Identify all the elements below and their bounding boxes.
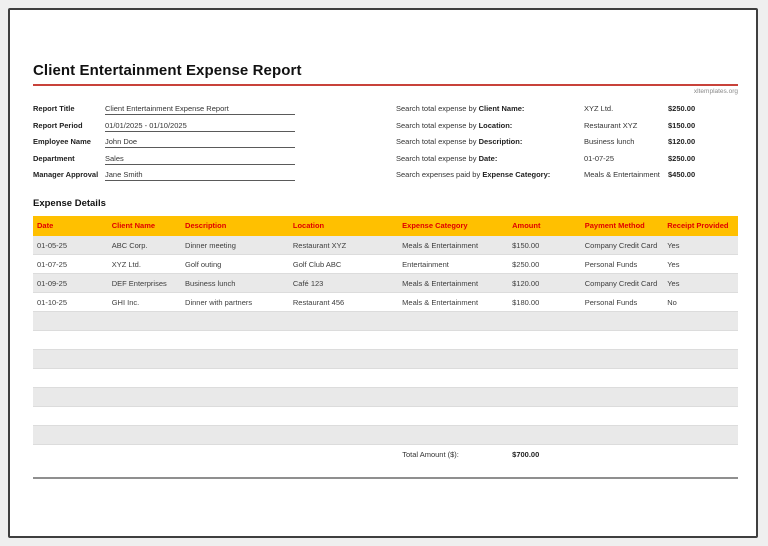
search-value-location[interactable]: Restaurant XYZ	[584, 119, 668, 130]
report-header-form: Report Title Client Entertainment Expens…	[33, 102, 738, 185]
search-amount: $450.00	[668, 170, 696, 180]
cell-amount[interactable]: $250.00	[508, 254, 581, 275]
cell-amount[interactable]: $180.00	[508, 292, 581, 313]
cell-payment-method[interactable]: Company Credit Card	[580, 273, 664, 294]
cell-expense-category[interactable]: Entertainment	[398, 254, 509, 275]
cell-payment-method[interactable]: Personal Funds	[580, 254, 664, 275]
cell-location[interactable]: Golf Club ABC	[288, 254, 399, 275]
search-row: Search total expense by Location: Restau…	[396, 119, 738, 136]
search-label: Search total expense by Date:	[396, 153, 498, 163]
employee-name-field[interactable]: John Doe	[105, 135, 295, 149]
manager-approval-field[interactable]: Jane Smith	[105, 168, 295, 182]
search-value-client-name[interactable]: XYZ Ltd.	[584, 102, 668, 113]
cell-payment-method[interactable]: Company Credit Card	[580, 235, 664, 256]
report-period-field[interactable]: 01/01/2025 - 01/10/2025	[105, 119, 295, 132]
cell-expense-category[interactable]: Meals & Entertainment	[398, 273, 509, 294]
accent-divider	[33, 84, 738, 86]
empty-table-row[interactable]	[33, 406, 738, 427]
search-label: Search total expense by Description:	[396, 137, 523, 147]
cell-date[interactable]: 01-07-25	[33, 254, 108, 275]
report-field-row: Employee Name John Doe	[33, 135, 295, 152]
search-amount: $120.00	[668, 137, 696, 147]
table-header-row: Date Client Name Description Location Ex…	[33, 215, 738, 236]
search-row: Search total expense by Description: Bus…	[396, 135, 738, 152]
search-row: Search total expense by Client Name: XYZ…	[396, 102, 738, 119]
search-row: Search expenses paid by Expense Category…	[396, 168, 738, 185]
cell-amount[interactable]: $150.00	[508, 235, 581, 256]
empty-table-row[interactable]	[33, 387, 738, 408]
search-value-date[interactable]: 01-07-25	[584, 152, 668, 163]
cell-description[interactable]: Dinner meeting	[181, 235, 289, 256]
search-amount: $250.00	[668, 104, 696, 113]
search-value-description[interactable]: Business lunch	[584, 135, 668, 146]
column-header-payment-method: Payment Method	[580, 215, 664, 236]
cell-description[interactable]: Dinner with partners	[181, 292, 289, 313]
total-amount-label: Total Amount ($):	[402, 450, 459, 460]
cell-expense-category[interactable]: Meals & Entertainment	[398, 235, 509, 256]
column-header-location: Location	[288, 215, 399, 236]
search-label: Search total expense by Location:	[396, 120, 513, 130]
table-row: 01-10-25 GHI Inc. Dinner with partners R…	[33, 292, 738, 313]
report-field-row: Report Title Client Entertainment Expens…	[33, 102, 295, 119]
column-header-amount: Amount	[508, 215, 581, 236]
report-field-label: Department	[33, 153, 75, 163]
empty-table-row[interactable]	[33, 349, 738, 370]
empty-table-row[interactable]	[33, 425, 738, 446]
search-value-expense-category[interactable]: Meals & Entertainment	[584, 168, 668, 179]
search-row: Search total expense by Date: 01-07-25 $…	[396, 152, 738, 169]
search-summary-column: Search total expense by Client Name: XYZ…	[396, 102, 738, 185]
report-field-label: Manager Approval	[33, 170, 99, 180]
search-label: Search expenses paid by Expense Category…	[396, 170, 551, 180]
total-amount-value: $700.00	[512, 450, 540, 460]
cell-amount[interactable]: $120.00	[508, 273, 581, 294]
cell-client-name[interactable]: XYZ Ltd.	[107, 254, 182, 275]
search-amount: $150.00	[668, 120, 696, 130]
column-header-description: Description	[181, 215, 289, 236]
column-header-client-name: Client Name	[107, 215, 182, 236]
report-field-label: Report Period	[33, 120, 83, 130]
report-field-row: Manager Approval Jane Smith	[33, 168, 295, 185]
cell-receipt-provided[interactable]: Yes	[663, 273, 738, 294]
table-row: 01-05-25 ABC Corp. Dinner meeting Restau…	[33, 235, 738, 256]
table-row: 01-07-25 XYZ Ltd. Golf outing Golf Club …	[33, 254, 738, 275]
cell-receipt-provided[interactable]: Yes	[663, 235, 738, 256]
search-amount: $250.00	[668, 153, 696, 163]
total-row: Total Amount ($): $700.00	[33, 445, 738, 480]
section-title-expense-details: Expense Details	[33, 197, 106, 209]
watermark-link[interactable]: xltemplates.org	[33, 88, 738, 96]
cell-description[interactable]: Golf outing	[181, 254, 289, 275]
report-field-row: Report Period 01/01/2025 - 01/10/2025	[33, 119, 295, 136]
cell-client-name[interactable]: GHI Inc.	[107, 292, 182, 313]
column-header-receipt-provided: Receipt Provided	[663, 215, 738, 236]
cell-receipt-provided[interactable]: No	[663, 292, 738, 313]
empty-table-row[interactable]	[33, 330, 738, 351]
cell-location[interactable]: Restaurant 456	[288, 292, 399, 313]
column-header-expense-category: Expense Category	[398, 215, 509, 236]
column-header-date: Date	[33, 215, 108, 236]
report-field-label: Report Title	[33, 104, 75, 113]
report-title-field[interactable]: Client Entertainment Expense Report	[105, 102, 295, 115]
cell-date[interactable]: 01-09-25	[33, 273, 108, 294]
cell-client-name[interactable]: DEF Enterprises	[107, 273, 182, 294]
cell-payment-method[interactable]: Personal Funds	[580, 292, 664, 313]
cell-description[interactable]: Business lunch	[181, 273, 289, 294]
page-title: Client Entertainment Expense Report	[33, 62, 302, 79]
table-row: 01-09-25 DEF Enterprises Business lunch …	[33, 273, 738, 294]
cell-date[interactable]: 01-05-25	[33, 235, 108, 256]
report-field-label: Employee Name	[33, 137, 91, 147]
expense-table: Date Client Name Description Location Ex…	[33, 215, 738, 446]
search-label: Search total expense by Client Name:	[396, 104, 525, 113]
empty-table-row[interactable]	[33, 311, 738, 332]
department-field[interactable]: Sales	[105, 152, 295, 165]
cell-location[interactable]: Café 123	[288, 273, 399, 294]
report-info-column: Report Title Client Entertainment Expens…	[33, 102, 295, 185]
cell-location[interactable]: Restaurant XYZ	[288, 235, 399, 256]
cell-receipt-provided[interactable]: Yes	[663, 254, 738, 275]
empty-table-row[interactable]	[33, 368, 738, 389]
report-field-row: Department Sales	[33, 152, 295, 169]
report-page: Client Entertainment Expense Report xlte…	[8, 8, 758, 538]
cell-client-name[interactable]: ABC Corp.	[107, 235, 182, 256]
cell-date[interactable]: 01-10-25	[33, 292, 108, 313]
cell-expense-category[interactable]: Meals & Entertainment	[398, 292, 509, 313]
